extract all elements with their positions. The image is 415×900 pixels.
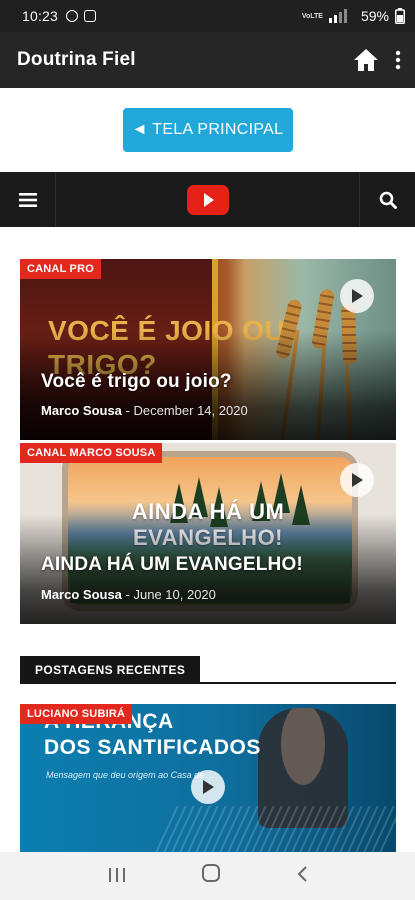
category-badge[interactable]: CANAL MARCO SOUSA xyxy=(20,443,163,463)
status-bar: 10:23 VoLTE 59% xyxy=(0,0,415,32)
category-badge[interactable]: CANAL PRO xyxy=(20,259,101,279)
post-date: - June 10, 2020 xyxy=(125,587,216,602)
whatsapp-icon xyxy=(66,10,79,22)
youtube-icon xyxy=(186,184,229,215)
thumbnail-subtitle: Mensagem que deu origem ao Casa de ... xyxy=(46,770,215,780)
battery-icon xyxy=(395,8,405,24)
notification-icons xyxy=(66,10,97,22)
main-button-area: ◄ TELA PRINCIPAL xyxy=(0,88,415,172)
post-date: - December 14, 2020 xyxy=(125,403,248,418)
youtube-link[interactable] xyxy=(56,184,359,215)
search-icon[interactable] xyxy=(359,172,415,227)
play-icon[interactable] xyxy=(340,279,374,313)
status-time: 10:23 xyxy=(22,8,59,24)
battery-text: 59% xyxy=(360,8,389,24)
volte-icon: VoLTE xyxy=(301,12,323,20)
more-vert-icon[interactable] xyxy=(395,50,401,70)
back-icon[interactable] xyxy=(296,863,308,889)
featured-post-card[interactable]: VOCÊ É JOIO OU TRIGO? CANAL PRO Você é t… xyxy=(20,259,396,440)
recent-post-card[interactable]: A HERANÇA DOS SANTIFICADOS Mensagem que … xyxy=(20,704,396,852)
section-title: POSTAGENS RECENTES xyxy=(20,656,201,684)
category-badge[interactable]: LUCIANO SUBIRÁ xyxy=(20,704,133,724)
tela-principal-button[interactable]: ◄ TELA PRINCIPAL xyxy=(122,108,293,152)
post-meta: Marco Sousa - June 10, 2020 xyxy=(41,587,216,602)
app-title: Doutrina Fiel xyxy=(17,49,136,70)
post-author[interactable]: Marco Sousa xyxy=(41,587,122,602)
post-title[interactable]: Você é trigo ou joio? xyxy=(41,371,232,393)
recent-posts-heading: POSTAGENS RECENTES xyxy=(20,656,396,684)
featured-post-card[interactable]: AINDA HÁ UM EVANGELHO! CANAL MARCO SOUSA… xyxy=(20,443,396,624)
hamburger-icon[interactable] xyxy=(0,172,56,227)
recents-icon[interactable] xyxy=(108,863,126,889)
status-right: VoLTE 59% xyxy=(302,8,405,24)
play-icon[interactable] xyxy=(191,770,225,804)
app-bar: Doutrina Fiel xyxy=(0,32,415,88)
play-icon[interactable] xyxy=(340,463,374,497)
gallery-icon xyxy=(84,10,97,22)
top-nav xyxy=(0,172,415,227)
system-nav-bar xyxy=(0,852,415,900)
signal-icon xyxy=(328,9,347,23)
post-title[interactable]: AINDA HÁ UM EVANGELHO! xyxy=(41,554,303,576)
post-author[interactable]: Marco Sousa xyxy=(41,403,122,418)
home-icon[interactable] xyxy=(353,48,379,72)
home-button-icon[interactable] xyxy=(201,863,221,889)
thumbnail-title-line-2: DOS SANTIFICADOS xyxy=(44,736,261,759)
post-meta: Marco Sousa - December 14, 2020 xyxy=(41,403,248,418)
